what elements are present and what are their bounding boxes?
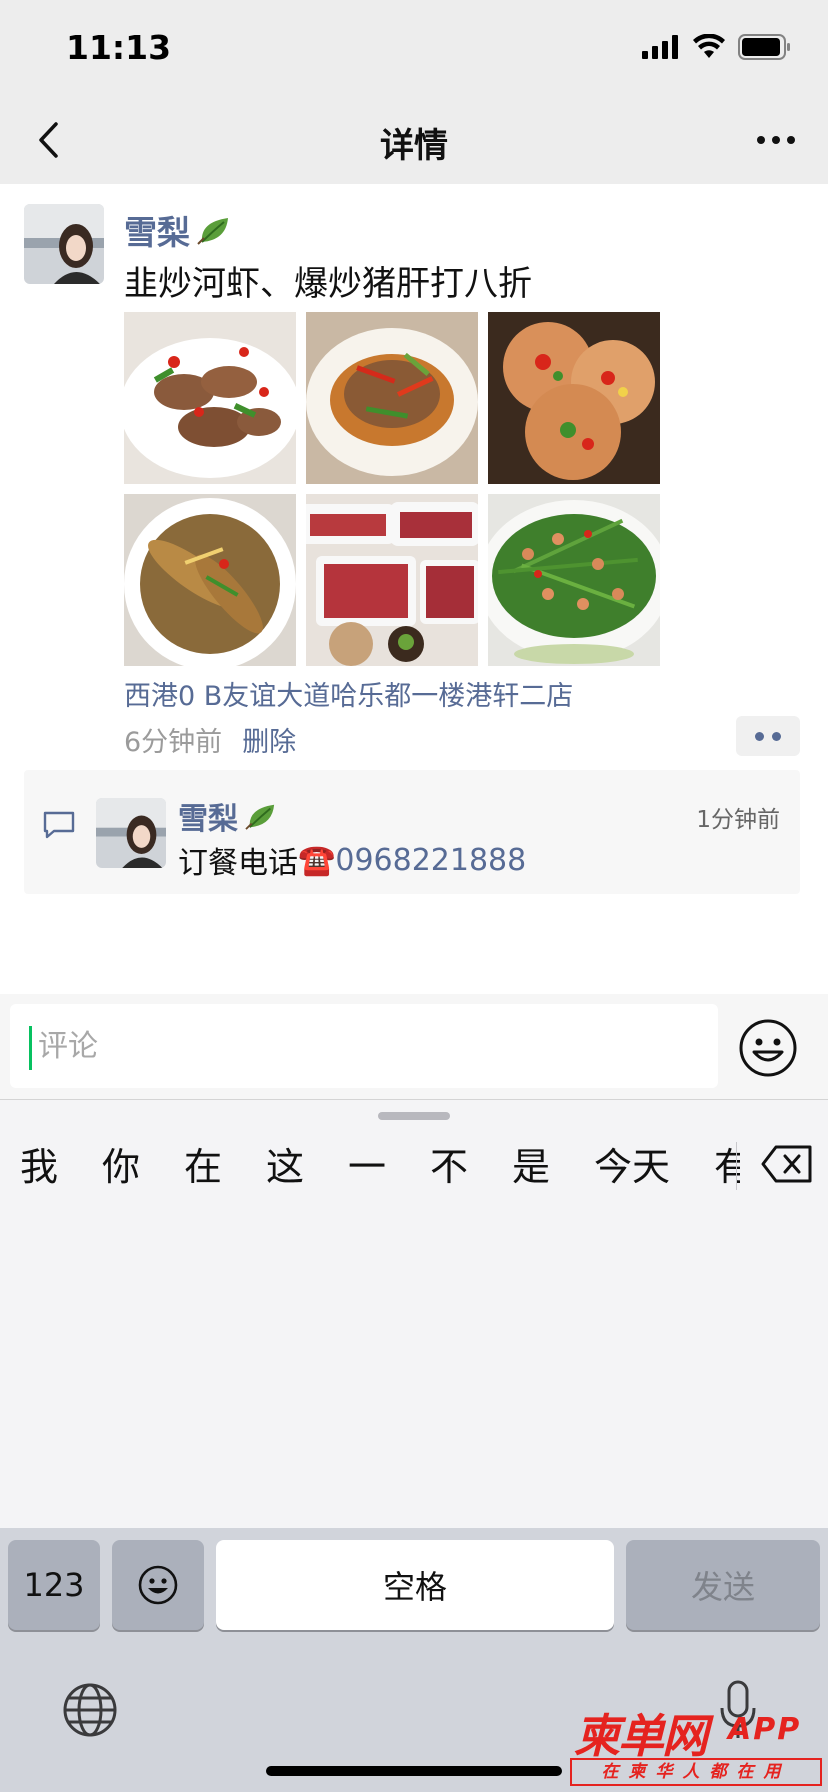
globe-icon[interactable] bbox=[62, 1682, 118, 1738]
candidate-word[interactable]: 这 bbox=[266, 1136, 304, 1191]
food-photo-raw-beef bbox=[306, 494, 478, 666]
watermark-brand: 柬单网 bbox=[574, 1709, 708, 1763]
moment-post: 雪梨 韭炒河虾、爆炒猪肝打八折 西港0 B友谊大道哈乐都一楼港轩二店 6分钟前 … bbox=[0, 184, 828, 994]
page-title: 详情 bbox=[380, 126, 448, 166]
comment-input-bar bbox=[0, 994, 828, 1100]
more-dots-icon bbox=[757, 136, 795, 144]
comment-bubble-icon bbox=[43, 811, 75, 839]
watermark-slogan: 在柬华人都在用 bbox=[570, 1758, 822, 1786]
candidate-panel: 我 你 在 这 一 不 是 今天 有 bbox=[0, 1100, 828, 1528]
space-key[interactable]: 空格 bbox=[216, 1540, 614, 1630]
send-key[interactable]: 发送 bbox=[626, 1540, 820, 1630]
comment-author[interactable]: 雪梨 bbox=[178, 794, 278, 838]
like-comment-button[interactable] bbox=[736, 716, 800, 756]
nav-bar: 详情 bbox=[0, 96, 828, 184]
food-photo-liver bbox=[124, 312, 296, 484]
photo-1[interactable] bbox=[124, 312, 296, 484]
delete-button[interactable]: 删除 bbox=[242, 720, 296, 759]
signal-icon bbox=[642, 35, 678, 59]
post-meta: 6分钟前 删除 bbox=[124, 720, 296, 759]
dot-icon bbox=[772, 731, 781, 741]
food-photo-braised-fish bbox=[124, 494, 296, 666]
comment-input[interactable] bbox=[10, 1004, 718, 1088]
comment-author-name[interactable]: 雪梨 bbox=[178, 794, 238, 838]
numbers-key[interactable]: 123 bbox=[8, 1540, 100, 1630]
post-location[interactable]: 西港0 B友谊大道哈乐都一楼港轩二店 bbox=[124, 674, 573, 713]
panel-handle[interactable] bbox=[378, 1112, 450, 1120]
food-photo-chive-shrimp bbox=[488, 494, 660, 666]
comment-time: 1分钟前 bbox=[696, 807, 780, 833]
leaf-icon bbox=[197, 218, 228, 245]
photo-6[interactable] bbox=[488, 494, 660, 666]
text-caret bbox=[29, 1026, 32, 1070]
status-bar: 11:13 bbox=[0, 0, 828, 96]
status-icons bbox=[642, 34, 792, 60]
battery-icon bbox=[738, 34, 790, 60]
more-options-button[interactable] bbox=[752, 122, 800, 158]
candidate-word[interactable]: 不 bbox=[430, 1136, 468, 1191]
candidate-word[interactable]: 我 bbox=[20, 1136, 58, 1191]
candidate-word[interactable]: 一 bbox=[348, 1136, 386, 1191]
post-text: 韭炒河虾、爆炒猪肝打八折 bbox=[124, 264, 532, 304]
photo-2[interactable] bbox=[306, 312, 478, 484]
candidate-divider bbox=[736, 1142, 737, 1190]
food-photo-pork-peppers bbox=[306, 312, 478, 484]
watermark-logo: 柬单网 APP 在柬华人都在用 bbox=[568, 1700, 826, 1790]
post-time: 6分钟前 bbox=[124, 727, 223, 758]
candidate-word[interactable]: 在 bbox=[184, 1136, 222, 1191]
avatar[interactable] bbox=[24, 204, 104, 284]
photo-4[interactable] bbox=[124, 494, 296, 666]
comment-text-prefix: 订餐电话 bbox=[178, 846, 298, 881]
watermark-app: APP bbox=[728, 1712, 802, 1747]
emoji-key[interactable] bbox=[112, 1540, 204, 1630]
phone-number-link[interactable]: 0968221888 bbox=[335, 843, 526, 878]
dot-icon bbox=[755, 731, 764, 741]
comment-box: 雪梨 1分钟前 订餐电话 ☎️ 0968221888 bbox=[24, 770, 800, 894]
comment-avatar[interactable] bbox=[96, 798, 166, 868]
avatar-image bbox=[24, 204, 104, 284]
leaf-icon bbox=[245, 804, 275, 830]
candidate-word[interactable]: 你 bbox=[102, 1136, 140, 1191]
candidate-word[interactable]: 今天 bbox=[594, 1136, 670, 1191]
telephone-emoji: ☎️ bbox=[298, 842, 336, 878]
food-photo-egg-pancakes bbox=[488, 312, 660, 484]
candidate-word[interactable]: 是 bbox=[512, 1136, 550, 1191]
emoji-icon bbox=[138, 1565, 178, 1605]
post-author[interactable]: 雪梨 bbox=[124, 206, 232, 254]
status-time: 11:13 bbox=[66, 28, 172, 67]
photo-5[interactable] bbox=[306, 494, 478, 666]
wifi-icon bbox=[693, 34, 725, 58]
photo-3[interactable] bbox=[488, 312, 660, 484]
emoji-button[interactable] bbox=[738, 1018, 798, 1078]
candidate-row: 我 你 在 这 一 不 是 今天 有 bbox=[0, 1136, 740, 1216]
keyboard: 我 你 在 这 一 不 是 今天 有 123 空格 发送 bbox=[0, 1100, 828, 1792]
home-indicator bbox=[266, 1766, 562, 1776]
photo-grid bbox=[124, 312, 660, 666]
post-author-name[interactable]: 雪梨 bbox=[124, 206, 190, 254]
avatar-image bbox=[96, 798, 166, 868]
comment-text: 订餐电话 ☎️ 0968221888 bbox=[178, 838, 526, 882]
backspace-button[interactable] bbox=[760, 1144, 814, 1184]
